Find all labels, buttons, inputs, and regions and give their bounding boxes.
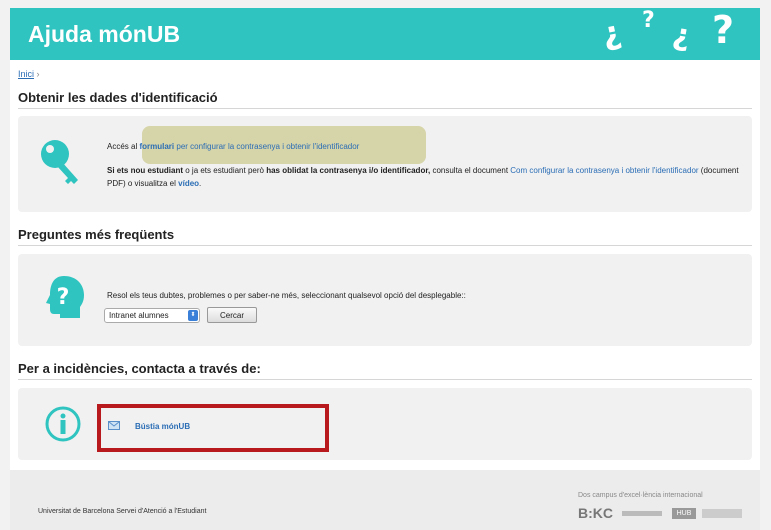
section-title-faq: Preguntes més freqüents	[18, 227, 175, 242]
access-form-text: Accés al formulari per configurar la con…	[107, 142, 360, 151]
question-mark-decoration: ?	[642, 8, 655, 33]
breadcrumb-home-link[interactable]: Inici	[18, 69, 34, 79]
forgotten-password-text: Si ets nou estudiant o ja ets estudiant …	[107, 166, 739, 188]
divider	[18, 379, 752, 380]
page-header: Ajuda mónUB ¿ ? ¿ ?	[10, 8, 760, 60]
divider	[18, 108, 752, 109]
section-title-contact: Per a incidències, contacta a través de:	[18, 361, 261, 376]
section-title-identification: Obtenir les dades d'identificació	[18, 90, 218, 105]
form-link[interactable]: formulari	[139, 142, 174, 151]
key-icon	[41, 140, 78, 184]
logo-text-placeholder	[702, 509, 742, 518]
svg-text:?: ?	[57, 285, 70, 310]
annotation-highlight-box	[97, 404, 329, 452]
page-footer: Universitat de Barcelona Servei d'Atenci…	[10, 470, 760, 530]
footer-campus-text: Dos campus d'excel·lència internacional	[578, 492, 703, 499]
question-mark-decoration: ¿	[670, 16, 694, 55]
logo-text-placeholder	[622, 511, 662, 516]
faq-instructions: Resol els teus dubtes, problemes o per s…	[107, 291, 466, 300]
question-head-icon: ?	[46, 276, 84, 318]
divider	[18, 245, 752, 246]
faq-topic-select[interactable]: Intranet alumnes ⬍	[104, 308, 200, 323]
browser-page: Ajuda mónUB ¿ ? ¿ ? Inici › Obtenir les …	[0, 0, 771, 530]
question-mark-decoration: ¿	[598, 12, 625, 54]
page-title: Ajuda mónUB	[28, 21, 181, 47]
hub-logo: HUB	[672, 508, 696, 519]
bkc-logo: B:KC	[578, 505, 613, 521]
select-arrows-icon: ⬍	[188, 310, 198, 321]
footer-institution: Universitat de Barcelona Servei d'Atenci…	[38, 508, 207, 515]
breadcrumb: Inici ›	[18, 69, 40, 79]
pdf-guide-link[interactable]: Com configurar la contrasenya i obtenir …	[510, 166, 698, 175]
info-icon	[45, 406, 81, 442]
search-button[interactable]: Cercar	[207, 307, 257, 323]
footer-logos: B:KC HUB	[578, 505, 746, 521]
question-mark-decoration: ?	[712, 8, 735, 52]
breadcrumb-separator: ›	[36, 69, 40, 79]
video-link[interactable]: vídeo	[178, 179, 199, 188]
